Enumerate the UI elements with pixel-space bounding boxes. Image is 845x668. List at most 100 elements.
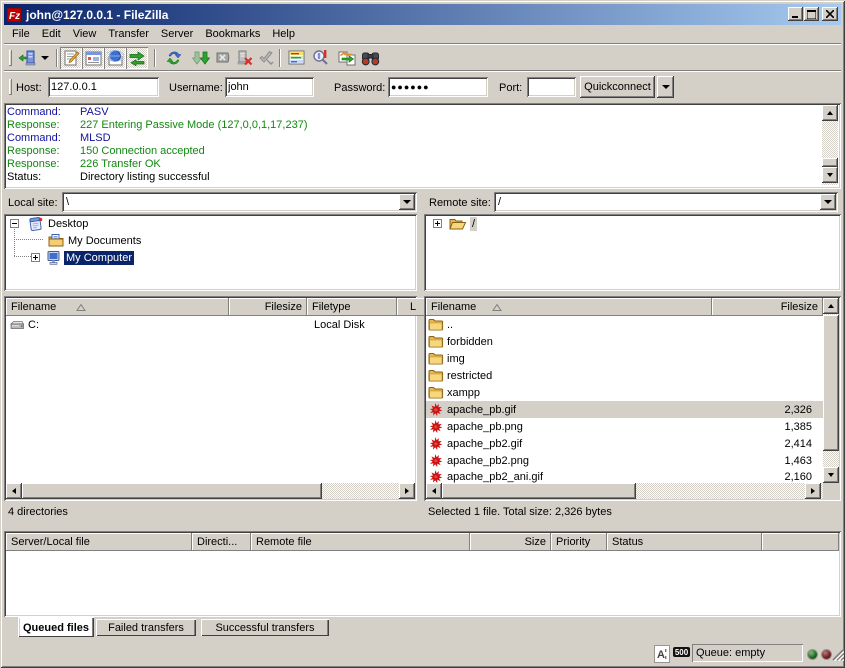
quickconnect-button[interactable]: Quickconnect <box>580 76 655 98</box>
file-name: apache_pb.png <box>447 421 523 433</box>
remote-header-filesize[interactable]: Filesize <box>712 298 823 316</box>
tree-label-root[interactable]: / <box>470 217 477 231</box>
local-scroll-right-button[interactable] <box>399 483 415 499</box>
resize-grip[interactable] <box>830 647 844 661</box>
toggle-queue-button[interactable] <box>126 47 148 69</box>
filezilla-window: Fz john@127.0.0.1 - FileZilla File Edit … <box>0 0 845 668</box>
collapse-icon[interactable] <box>10 219 19 228</box>
remote-scroll-right-button[interactable] <box>805 483 821 499</box>
tree-item-my-computer[interactable]: My Computer <box>10 249 134 266</box>
tab-failed-transfers[interactable]: Failed transfers <box>96 619 196 636</box>
local-file-row-c-drive[interactable]: C: Local Disk <box>6 316 401 333</box>
remote-file-row[interactable]: apache_pb2.png 1,463 <box>426 452 823 469</box>
remote-file-row[interactable]: img <box>426 350 823 367</box>
transfer-type-icon[interactable]: A <box>654 645 670 663</box>
disconnect-button[interactable] <box>233 47 255 69</box>
remote-file-row[interactable]: xampp <box>426 384 823 401</box>
toolbar-grip[interactable] <box>9 50 12 66</box>
queue-header-priority[interactable]: Priority <box>551 533 607 551</box>
expand-icon[interactable] <box>31 253 40 262</box>
file-name: xampp <box>447 387 480 399</box>
quickconnect-dropdown[interactable] <box>657 76 674 98</box>
maximize-button[interactable] <box>804 7 819 21</box>
local-header-filename[interactable]: Filename <box>6 298 229 316</box>
queue-header-status[interactable]: Status <box>607 533 762 551</box>
port-input[interactable] <box>530 80 573 94</box>
log-scrollbar-thumb[interactable] <box>822 158 838 167</box>
username-input[interactable] <box>228 80 311 94</box>
remote-site-combo-button[interactable] <box>820 194 836 210</box>
local-header-filesize[interactable]: Filesize <box>229 298 307 316</box>
menu-file[interactable]: File <box>6 26 36 42</box>
toggle-local-tree-button[interactable] <box>82 47 104 69</box>
folder-icon <box>428 385 444 400</box>
remote-scroll-left-button[interactable] <box>426 483 442 499</box>
file-size: 1,385 <box>712 421 812 433</box>
local-hscrollbar-thumb[interactable] <box>22 483 322 499</box>
toggle-remote-tree-button[interactable] <box>104 47 126 69</box>
local-header-filetype[interactable]: Filetype <box>307 298 397 316</box>
remote-file-row[interactable]: forbidden <box>426 333 823 350</box>
remote-hscrollbar-thumb[interactable] <box>442 483 636 499</box>
site-manager-button[interactable] <box>16 47 38 69</box>
filter-button[interactable] <box>285 47 307 69</box>
remote-file-row[interactable]: apache_pb.png 1,385 <box>426 418 823 435</box>
remote-site-label: Remote site: <box>429 197 491 209</box>
minimize-button[interactable] <box>788 7 803 21</box>
queue-header-direction[interactable]: Directi... <box>192 533 251 551</box>
toggle-message-log-button[interactable] <box>60 47 82 69</box>
scroll-right-icon <box>811 488 815 494</box>
remote-file-row[interactable]: apache_pb2.gif 2,414 <box>426 435 823 452</box>
queue-header-remote-file[interactable]: Remote file <box>251 533 470 551</box>
local-site-combo[interactable]: \ <box>62 192 417 212</box>
tree-item-desktop[interactable]: Desktop <box>10 215 90 232</box>
file-name: apache_pb2.png <box>447 455 529 467</box>
tree-label-my-computer[interactable]: My Computer <box>64 251 134 265</box>
expand-icon[interactable] <box>433 219 442 228</box>
compare-directories-button[interactable] <box>310 47 332 69</box>
tree-label-my-documents[interactable]: My Documents <box>66 234 143 248</box>
queue-header-server-local-file[interactable]: Server/Local file <box>6 533 192 551</box>
remote-file-row-selected[interactable]: apache_pb.gif 2,326 <box>426 401 823 418</box>
remote-scroll-up-button[interactable] <box>823 298 839 314</box>
image-file-icon <box>428 402 444 417</box>
tree-item-my-documents[interactable]: My Documents <box>10 232 143 249</box>
quickconnect-grip[interactable] <box>9 79 12 95</box>
tree-item-root[interactable]: / <box>433 215 477 232</box>
column-label: Filetype <box>312 301 351 313</box>
remote-file-row[interactable]: restricted <box>426 367 823 384</box>
log-scroll-up-button[interactable] <box>822 105 838 121</box>
process-queue-button[interactable] <box>190 47 212 69</box>
menu-help[interactable]: Help <box>266 26 301 42</box>
log-message: PASV <box>80 106 109 119</box>
site-manager-dropdown[interactable] <box>38 47 52 69</box>
sort-ascending-icon <box>492 303 502 312</box>
tab-successful-transfers[interactable]: Successful transfers <box>201 619 329 636</box>
tree-label-desktop[interactable]: Desktop <box>46 217 90 231</box>
remote-header-filename[interactable]: Filename <box>426 298 712 316</box>
remote-file-row[interactable]: .. <box>426 316 823 333</box>
local-site-combo-button[interactable] <box>399 194 415 210</box>
refresh-button[interactable] <box>163 47 185 69</box>
remote-vscrollbar-thumb[interactable] <box>823 315 839 451</box>
menu-edit[interactable]: Edit <box>36 26 67 42</box>
menu-transfer[interactable]: Transfer <box>102 26 155 42</box>
remote-file-list: Filename Filesize .. forbidden img restr… <box>424 296 841 501</box>
cancel-button[interactable] <box>212 47 234 69</box>
password-input[interactable] <box>391 80 485 94</box>
host-input[interactable] <box>51 80 156 94</box>
queue-header-size[interactable]: Size <box>470 533 551 551</box>
menu-server[interactable]: Server <box>155 26 199 42</box>
local-scroll-left-button[interactable] <box>6 483 22 499</box>
synchronized-browsing-button[interactable] <box>336 47 358 69</box>
tab-queued-files[interactable]: Queued files <box>18 617 94 637</box>
close-button[interactable] <box>822 7 838 21</box>
reconnect-button[interactable] <box>255 47 277 69</box>
menu-view[interactable]: View <box>67 26 103 42</box>
log-scroll-down-button[interactable] <box>822 167 838 183</box>
remote-site-combo[interactable]: / <box>494 192 838 212</box>
remote-scroll-down-button[interactable] <box>823 467 839 483</box>
find-files-button[interactable] <box>359 47 381 69</box>
menu-bookmarks[interactable]: Bookmarks <box>199 26 266 42</box>
speed-limits-icon[interactable]: 500 <box>673 647 690 657</box>
